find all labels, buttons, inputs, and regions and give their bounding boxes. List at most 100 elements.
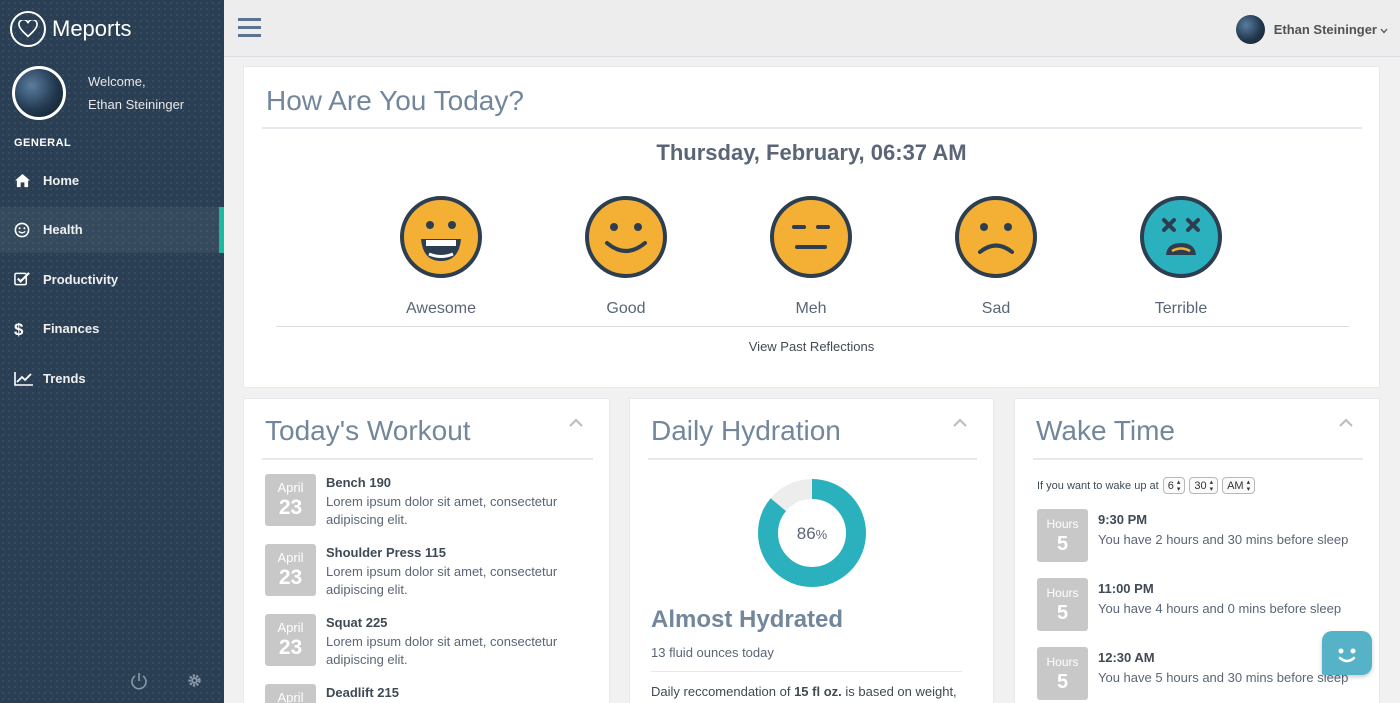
- workout-desc: Lorem ipsum dolor sit amet, consectetur …: [326, 634, 558, 667]
- chevron-up-icon[interactable]: [1339, 415, 1353, 433]
- mood-option-awesome[interactable]: Awesome: [381, 195, 501, 318]
- wake-form: If you want to wake up at 6 ▴ ▾ 30 ▴ ▾ AM ▴ ▾: [1037, 477, 1256, 494]
- terrible-face-icon: [1140, 196, 1222, 278]
- divider: [262, 127, 1362, 129]
- sidebar-item-label: Health: [43, 222, 83, 238]
- sidebar-item-productivity[interactable]: Productivity: [0, 256, 224, 302]
- smile-icon: [14, 222, 34, 238]
- divider: [651, 671, 962, 672]
- mood-option-sad[interactable]: Sad: [936, 195, 1056, 318]
- note-text: is based on weight,: [841, 684, 957, 699]
- hydration-percent-sign: %: [816, 527, 828, 542]
- home-icon: [14, 173, 34, 188]
- date-month: April: [277, 690, 304, 703]
- workout-panel: Today's Workout April 23 Bench 190 Lorem…: [243, 398, 610, 703]
- brand[interactable]: Meports: [10, 10, 131, 48]
- ampm-select[interactable]: AM ▴ ▾: [1222, 477, 1256, 494]
- good-face-icon: [585, 196, 667, 278]
- date-day: 23: [278, 566, 303, 589]
- hours-value: 5: [1056, 671, 1069, 693]
- avatar: [1235, 15, 1265, 44]
- minute-select[interactable]: 30 ▴ ▾: [1189, 477, 1219, 494]
- mood-option-good[interactable]: Good: [566, 195, 686, 318]
- hours-tile: Hours 5: [1037, 509, 1088, 562]
- dollar-icon: $: [14, 320, 34, 338]
- panel-title: Wake Time: [1036, 415, 1175, 446]
- meh-face-icon: [770, 196, 852, 278]
- hours-value: 5: [1056, 602, 1069, 624]
- hours-tile: Hours 5: [1037, 647, 1088, 700]
- date-day: 23: [278, 496, 303, 519]
- power-icon[interactable]: [130, 672, 148, 695]
- line-chart-icon: [14, 371, 34, 386]
- view-past-reflections-link[interactable]: View Past Reflections: [244, 339, 1379, 354]
- sidebar-item-health[interactable]: Health: [0, 206, 224, 253]
- mood-option-meh[interactable]: Meh: [751, 195, 871, 318]
- sidebar-footer: [130, 672, 203, 695]
- hour-select[interactable]: 6 ▴ ▾: [1162, 477, 1186, 494]
- select-value: AM: [1227, 479, 1244, 492]
- divider: [1033, 458, 1363, 460]
- date-month: April: [277, 480, 304, 495]
- list-item[interactable]: Hours 5 12:30 AM You have 5 hours and 30…: [1037, 647, 1348, 700]
- brand-name: Meports: [52, 16, 132, 41]
- chevron-up-icon[interactable]: [569, 415, 583, 433]
- chevron-up-icon[interactable]: [953, 415, 967, 433]
- list-item[interactable]: April 23 Bench 190 Lorem ipsum dolor sit…: [265, 474, 596, 529]
- panel-title: How Are You Today?: [266, 85, 524, 116]
- divider: [276, 326, 1349, 327]
- list-item[interactable]: April 23 Squat 225 Lorem ipsum dolor sit…: [265, 614, 596, 669]
- note-text: Daily reccomendation of: [651, 684, 795, 699]
- divider: [648, 458, 977, 460]
- list-item[interactable]: Hours 5 9:30 PM You have 2 hours and 30 …: [1037, 509, 1348, 562]
- workout-desc: Lorem ipsum dolor sit amet, consectetur …: [326, 494, 558, 527]
- sidebar-item-home[interactable]: Home: [0, 157, 224, 203]
- mood-panel: How Are You Today? Thursday, February, 0…: [243, 66, 1380, 388]
- date-day: 23: [278, 636, 303, 659]
- mood-label: Meh: [795, 300, 827, 317]
- hydration-panel: Daily Hydration 86% Almost Hydrated 13 f…: [629, 398, 994, 703]
- topbar: Ethan Steininger: [224, 0, 1400, 57]
- chat-widget-button[interactable]: [1322, 631, 1372, 675]
- date-tile: April: [265, 684, 316, 703]
- sleep-time: 11:00 PM: [1098, 581, 1154, 596]
- svg-text:86%: 86%: [797, 524, 828, 543]
- sleep-time: 9:30 PM: [1098, 512, 1148, 527]
- svg-text:$: $: [14, 320, 24, 338]
- user-name: Ethan Steininger: [1273, 22, 1377, 37]
- mood-date: Thursday, February, 06:37 AM: [656, 140, 967, 165]
- mood-label: Sad: [981, 300, 1011, 317]
- mood-label: Awesome: [406, 300, 476, 317]
- hours-unit: Hours: [1046, 655, 1079, 669]
- sidebar-item-finances[interactable]: $ Finances: [0, 306, 224, 352]
- sidebar-item-label: Trends: [43, 370, 86, 386]
- gear-icon[interactable]: [186, 672, 203, 695]
- sleep-desc: You have 4 hours and 0 mins before sleep: [1098, 601, 1342, 616]
- date-tile: April 23: [265, 544, 316, 596]
- note-bold: 15 fl oz.: [794, 684, 842, 699]
- user-menu[interactable]: Ethan Steininger: [1235, 15, 1388, 44]
- sleep-desc: You have 2 hours and 30 mins before slee…: [1098, 532, 1349, 547]
- menu-toggle-icon[interactable]: [238, 17, 261, 42]
- workout-title: Deadlift 215: [326, 685, 399, 700]
- hydration-donut: 86%: [758, 479, 866, 587]
- list-item[interactable]: April 23 Shoulder Press 115 Lorem ipsum …: [265, 544, 596, 599]
- profile: Welcome, Ethan Steininger: [12, 66, 184, 120]
- mood-label: Terrible: [1154, 300, 1208, 317]
- mood-option-terrible[interactable]: Terrible: [1121, 195, 1241, 318]
- panel-title: Daily Hydration: [651, 415, 841, 446]
- sleep-desc: You have 5 hours and 30 mins before slee…: [1098, 670, 1349, 685]
- workout-desc: Lorem ipsum dolor sit amet, consectetur …: [326, 564, 558, 597]
- sidebar-item-label: Productivity: [43, 271, 119, 287]
- checkbox-icon: [14, 271, 34, 287]
- date-tile: April 23: [265, 474, 316, 526]
- list-item[interactable]: Hours 5 11:00 PM You have 4 hours and 0 …: [1037, 578, 1341, 631]
- stepper-icon: ▴ ▾: [1209, 478, 1214, 493]
- avatar[interactable]: [12, 66, 66, 120]
- stepper-icon: ▴ ▾: [1176, 478, 1181, 493]
- hours-tile: Hours 5: [1037, 578, 1088, 631]
- list-item[interactable]: April Deadlift 215: [265, 684, 596, 703]
- chevron-down-icon: [1380, 22, 1388, 37]
- sidebar-item-trends[interactable]: Trends: [0, 355, 224, 401]
- chat-bot-icon: [1338, 648, 1356, 663]
